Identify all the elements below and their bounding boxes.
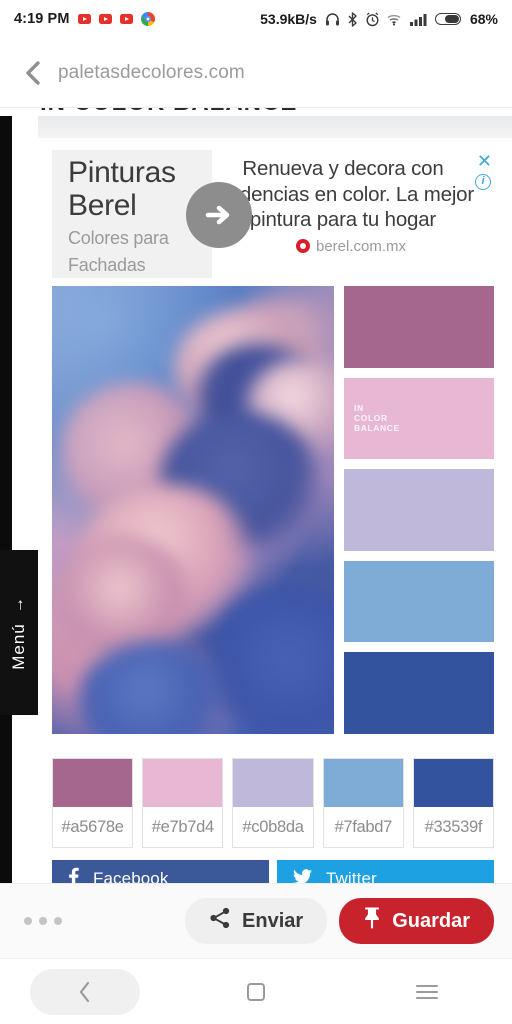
- palette-media-row: IN COLOR BALANCE: [52, 286, 494, 734]
- hex-chip-label: #33539f: [424, 817, 483, 836]
- ad-next-arrow-button[interactable]: [186, 182, 252, 248]
- hex-chip[interactable]: #a5678e: [52, 758, 134, 848]
- hex-chip-label: #7fabd7: [334, 817, 392, 836]
- hex-chip[interactable]: #33539f: [412, 758, 495, 848]
- headphones-icon: [325, 12, 340, 26]
- ad-close-icon[interactable]: ✕: [477, 152, 492, 170]
- ad-copy-panel: Renueva y decora con tendencias en color…: [212, 150, 494, 278]
- nav-recents-button[interactable]: [372, 969, 482, 1015]
- battery-percent-label: 68%: [469, 11, 498, 27]
- pin-icon: [363, 907, 381, 935]
- url-text[interactable]: paletasdecolores.com: [58, 62, 245, 84]
- save-button[interactable]: Guardar: [339, 898, 494, 944]
- photo-sheen: [52, 286, 334, 734]
- hex-chip-color: [143, 759, 223, 807]
- page-left-gutter: [0, 116, 12, 883]
- hex-chip-color: [413, 759, 494, 807]
- content-card: Pinturas Berel Colores para Fachadas Ren…: [38, 138, 512, 883]
- ad-copy-text: Renueva y decora con tendencias en color…: [212, 157, 475, 231]
- dot: [39, 917, 47, 925]
- hex-chip-color: [233, 759, 313, 807]
- ad-domain-text: berel.com.mx: [315, 237, 407, 255]
- hex-chip-color: [53, 759, 133, 807]
- send-button-label: Enviar: [242, 909, 304, 932]
- status-bar-left: 4:19 PM: [14, 11, 155, 27]
- chrome-icon: [140, 12, 155, 26]
- android-nav-bar: [0, 958, 512, 1024]
- ad-domain-row: berel.com.mx: [212, 238, 490, 255]
- advertisement-banner[interactable]: Pinturas Berel Colores para Fachadas Ren…: [52, 150, 494, 278]
- dot: [54, 917, 62, 925]
- phone-screen: 4:19 PM 53.9kB/s 68% paletasdecolores.co…: [0, 0, 512, 1024]
- youtube-icon: [77, 14, 91, 24]
- status-clock: 4:19 PM: [14, 11, 70, 27]
- facebook-share-label: Facebook: [93, 869, 169, 883]
- hex-chip-color: [323, 759, 403, 807]
- palette-swatch: IN COLOR BALANCE: [344, 377, 494, 460]
- watermark-text: IN COLOR BALANCE: [354, 403, 400, 434]
- ad-brand-line-1: Pinturas: [68, 156, 176, 189]
- youtube-icon: [119, 14, 133, 24]
- hex-chip[interactable]: #7fabd7: [322, 758, 404, 848]
- browser-url-bar: paletasdecolores.com: [0, 38, 512, 108]
- facebook-icon: [68, 867, 79, 883]
- share-icon: [209, 907, 231, 935]
- send-button[interactable]: Enviar: [185, 898, 328, 944]
- save-button-label: Guardar: [392, 909, 470, 932]
- hex-chip[interactable]: #c0b8da: [232, 758, 314, 848]
- nav-home-button[interactable]: [201, 969, 311, 1015]
- palette-swatch: [344, 652, 494, 734]
- ad-info-icon[interactable]: i: [475, 174, 491, 190]
- twitter-share-button[interactable]: Twitter: [277, 860, 494, 883]
- youtube-icon: [98, 14, 112, 24]
- facebook-share-button[interactable]: Facebook: [52, 860, 269, 883]
- flower-photo: [52, 286, 334, 734]
- browser-back-button[interactable]: [16, 56, 50, 90]
- hex-chip-label: #e7b7d4: [151, 817, 214, 836]
- recents-icon: [415, 984, 438, 999]
- page-title-clipped: IN COLOR BALANCE: [40, 108, 400, 116]
- palette-swatch-column: IN COLOR BALANCE: [344, 286, 494, 734]
- status-bar: 4:19 PM 53.9kB/s 68%: [0, 0, 512, 38]
- berel-logo-icon: [295, 239, 310, 253]
- ad-sub-line-1: Colores para: [68, 228, 169, 248]
- palette-swatch: [344, 286, 494, 368]
- pinterest-action-bar: Enviar Guardar: [0, 883, 512, 958]
- status-bar-right: 53.9kB/s 68%: [260, 11, 498, 27]
- hex-chip-row: #a5678e #e7b7d4 #c0b8da #7fabd7 #33539f: [52, 758, 495, 848]
- menu-side-tab-inner: Menú →: [9, 596, 29, 670]
- cellular-signal-icon: [409, 13, 428, 26]
- menu-side-tab[interactable]: Menú →: [0, 550, 38, 715]
- twitter-share-label: Twitter: [326, 869, 377, 883]
- arrow-right-icon: →: [10, 595, 27, 613]
- network-speed-label: 53.9kB/s: [260, 11, 317, 27]
- pinterest-actions: Enviar Guardar: [185, 898, 494, 944]
- header-shade: [38, 116, 512, 138]
- ad-brand-line-2: Berel: [68, 189, 137, 222]
- twitter-icon: [293, 868, 312, 883]
- palette-swatch: [344, 469, 494, 551]
- alarm-icon: [365, 11, 380, 27]
- page-title-text: IN COLOR BALANCE: [40, 108, 400, 116]
- ad-sub-line-2: Fachadas: [68, 255, 146, 275]
- battery-icon: [434, 13, 461, 25]
- palette-swatch: [344, 560, 494, 643]
- dot: [24, 917, 32, 925]
- bluetooth-icon: [347, 11, 358, 27]
- social-share-row: Facebook Twitter: [52, 860, 494, 883]
- hex-chip-label: #a5678e: [61, 817, 124, 836]
- nav-back-button[interactable]: [30, 968, 141, 1015]
- web-page-viewport: IN COLOR BALANCE Pinturas Berel Colores …: [0, 108, 512, 883]
- home-icon: [246, 982, 265, 1001]
- hex-chip[interactable]: #e7b7d4: [142, 758, 224, 848]
- hex-chip-label: #c0b8da: [242, 817, 304, 836]
- more-options-button[interactable]: [24, 917, 62, 925]
- back-icon: [80, 981, 90, 1002]
- menu-side-tab-label: Menú: [9, 622, 28, 670]
- wifi-icon: [387, 13, 403, 26]
